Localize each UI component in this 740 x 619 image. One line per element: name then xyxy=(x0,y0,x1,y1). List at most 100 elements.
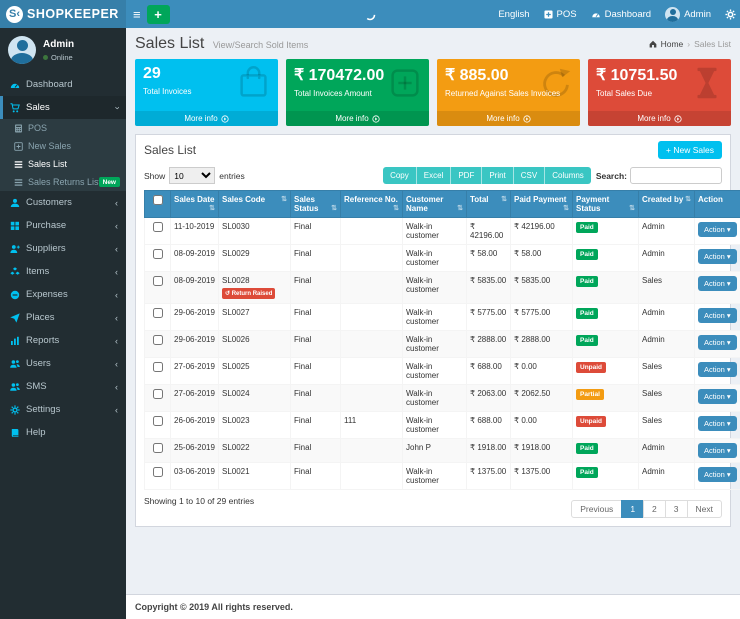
sidebar-item-sms[interactable]: SMS ‹ xyxy=(0,375,126,398)
action-button[interactable]: Action ▾ xyxy=(698,276,737,291)
sidebar-item-customers[interactable]: Customers ‹ xyxy=(0,191,126,214)
top-navbar: S‹ SHOPKEEPER ≡ + English POS Dashboard … xyxy=(0,0,740,28)
pagination-page-1[interactable]: 1 xyxy=(621,500,644,518)
pagination-next[interactable]: Next xyxy=(687,500,722,518)
sidebar-item-items[interactable]: Items ‹ xyxy=(0,260,126,283)
more-info-link[interactable]: More info xyxy=(286,111,429,126)
sales-table: Sales Date⇅ Sales Code⇅ Sales Status⇅ Re… xyxy=(144,190,740,490)
header-created-by[interactable]: Created by⇅ xyxy=(639,191,695,218)
user-menu[interactable]: Admin xyxy=(665,7,711,22)
columns-button[interactable]: Columns xyxy=(545,167,591,184)
pdf-button[interactable]: PDF xyxy=(451,167,482,184)
table-row: 29-06-2019 SL0027 Final Walk-in customer… xyxy=(145,304,740,331)
search-input[interactable] xyxy=(630,167,722,184)
pagination-previous[interactable]: Previous xyxy=(571,500,622,518)
header-sales-date[interactable]: Sales Date⇅ xyxy=(171,191,219,218)
content-header: Sales List View/Search Sold Items Home ›… xyxy=(126,28,740,59)
page-title: Sales List xyxy=(135,35,204,52)
action-button[interactable]: Action ▾ xyxy=(698,222,737,237)
row-checkbox[interactable] xyxy=(153,467,163,477)
sidebar-item-users[interactable]: Users ‹ xyxy=(0,352,126,375)
sidebar-user-status: Online xyxy=(43,53,74,62)
dashboard-icon xyxy=(10,80,20,90)
header-payment-status[interactable]: Payment Status⇅ xyxy=(573,191,639,218)
chevron-left-icon: ‹ xyxy=(115,382,118,392)
sidebar-item-settings[interactable]: Settings ‹ xyxy=(0,398,126,421)
sidebar-item-sales[interactable]: Sales ‹ xyxy=(0,96,126,119)
more-info-link[interactable]: More info xyxy=(437,111,580,126)
card-returned: ₹ 885.00 Returned Against Sales Invoices… xyxy=(437,59,580,126)
row-checkbox[interactable] xyxy=(153,276,163,286)
sidebar-toggle-icon[interactable]: ≡ xyxy=(133,8,141,21)
action-button[interactable]: Action ▾ xyxy=(698,389,737,404)
header-customer-name[interactable]: Customer Name⇅ xyxy=(403,191,467,218)
action-button[interactable]: Action ▾ xyxy=(698,362,737,377)
header-paid-payment[interactable]: Paid Payment⇅ xyxy=(511,191,573,218)
pagination-page-3[interactable]: 3 xyxy=(665,500,688,518)
brand-logo-icon: S‹ xyxy=(6,6,23,23)
new-sales-button[interactable]: + New Sales xyxy=(658,141,722,159)
sidebar-item-sales-returns-list[interactable]: Sales Returns List New xyxy=(0,173,126,191)
pos-link[interactable]: POS xyxy=(544,9,577,20)
page-size-select[interactable]: 10 xyxy=(169,167,215,184)
table-row: 03-06-2019 SL0021 Final Walk-in customer… xyxy=(145,463,740,490)
csv-button[interactable]: CSV xyxy=(514,167,545,184)
more-info-link[interactable]: More info xyxy=(588,111,731,126)
settings-menu[interactable] xyxy=(725,9,736,20)
sidebar-item-sales-list[interactable]: Sales List xyxy=(0,155,126,173)
header-reference-no[interactable]: Reference No.⇅ xyxy=(341,191,403,218)
brand-logo[interactable]: S‹ SHOPKEEPER xyxy=(0,0,126,28)
chevron-left-icon: ‹ xyxy=(115,313,118,323)
sort-icon: ⇅ xyxy=(457,204,463,212)
action-button[interactable]: Action ▾ xyxy=(698,249,737,264)
sidebar-item-new-sales[interactable]: New Sales xyxy=(0,137,126,155)
header-sales-status[interactable]: Sales Status⇅ xyxy=(291,191,341,218)
copy-button[interactable]: Copy xyxy=(383,167,417,184)
action-button[interactable]: Action ▾ xyxy=(698,335,737,350)
row-checkbox[interactable] xyxy=(153,443,163,453)
row-checkbox[interactable] xyxy=(153,222,163,232)
main-content: Sales List View/Search Sold Items Home ›… xyxy=(126,28,740,619)
summary-cards: 29 Total Invoices More info ₹ 170472.00 … xyxy=(126,59,740,126)
action-button[interactable]: Action ▾ xyxy=(698,467,737,482)
sidebar-item-expenses[interactable]: Expenses ‹ xyxy=(0,283,126,306)
sidebar-item-purchase[interactable]: Purchase ‹ xyxy=(0,214,126,237)
sidebar-item-pos[interactable]: POS xyxy=(0,119,126,137)
excel-button[interactable]: Excel xyxy=(417,167,452,184)
row-checkbox[interactable] xyxy=(153,416,163,426)
sidebar-item-suppliers[interactable]: Suppliers ‹ xyxy=(0,237,126,260)
breadcrumb-home[interactable]: Home xyxy=(661,39,684,49)
action-button[interactable]: Action ▾ xyxy=(698,308,737,323)
card-label: Total Sales Due xyxy=(596,89,723,98)
more-info-link[interactable]: More info xyxy=(135,111,278,126)
print-button[interactable]: Print xyxy=(482,167,513,184)
quick-add-button[interactable]: + xyxy=(147,5,170,24)
row-checkbox[interactable] xyxy=(153,362,163,372)
sidebar-item-help[interactable]: Help xyxy=(0,421,126,444)
table-header-row: Sales Date⇅ Sales Code⇅ Sales Status⇅ Re… xyxy=(145,191,740,218)
sidebar-item-dashboard[interactable]: Dashboard xyxy=(0,73,126,96)
row-checkbox[interactable] xyxy=(153,308,163,318)
row-checkbox[interactable] xyxy=(153,249,163,259)
header-total[interactable]: Total⇅ xyxy=(467,191,511,218)
action-button[interactable]: Action ▾ xyxy=(698,443,737,458)
language-menu[interactable]: English xyxy=(498,9,529,20)
chevron-left-icon: ‹ xyxy=(115,244,118,254)
sort-icon: ⇅ xyxy=(629,204,635,212)
row-checkbox[interactable] xyxy=(153,389,163,399)
card-total-invoices: 29 Total Invoices More info xyxy=(135,59,278,126)
header-sales-code[interactable]: Sales Code⇅ xyxy=(219,191,291,218)
list-icon xyxy=(14,178,23,187)
sidebar-item-places[interactable]: Places ‹ xyxy=(0,306,126,329)
brand-name: SHOPKEEPER xyxy=(27,7,119,21)
row-checkbox[interactable] xyxy=(153,335,163,345)
select-all-checkbox[interactable] xyxy=(153,195,163,205)
sidebar-item-reports[interactable]: Reports ‹ xyxy=(0,329,126,352)
dashboard-icon xyxy=(591,10,601,19)
status-badge: Partial xyxy=(576,389,604,400)
action-button[interactable]: Action ▾ xyxy=(698,416,737,431)
sort-icon: ⇅ xyxy=(393,204,399,212)
pagination-page-2[interactable]: 2 xyxy=(643,500,666,518)
sort-icon: ⇅ xyxy=(501,195,507,203)
dashboard-link[interactable]: Dashboard xyxy=(591,9,651,20)
